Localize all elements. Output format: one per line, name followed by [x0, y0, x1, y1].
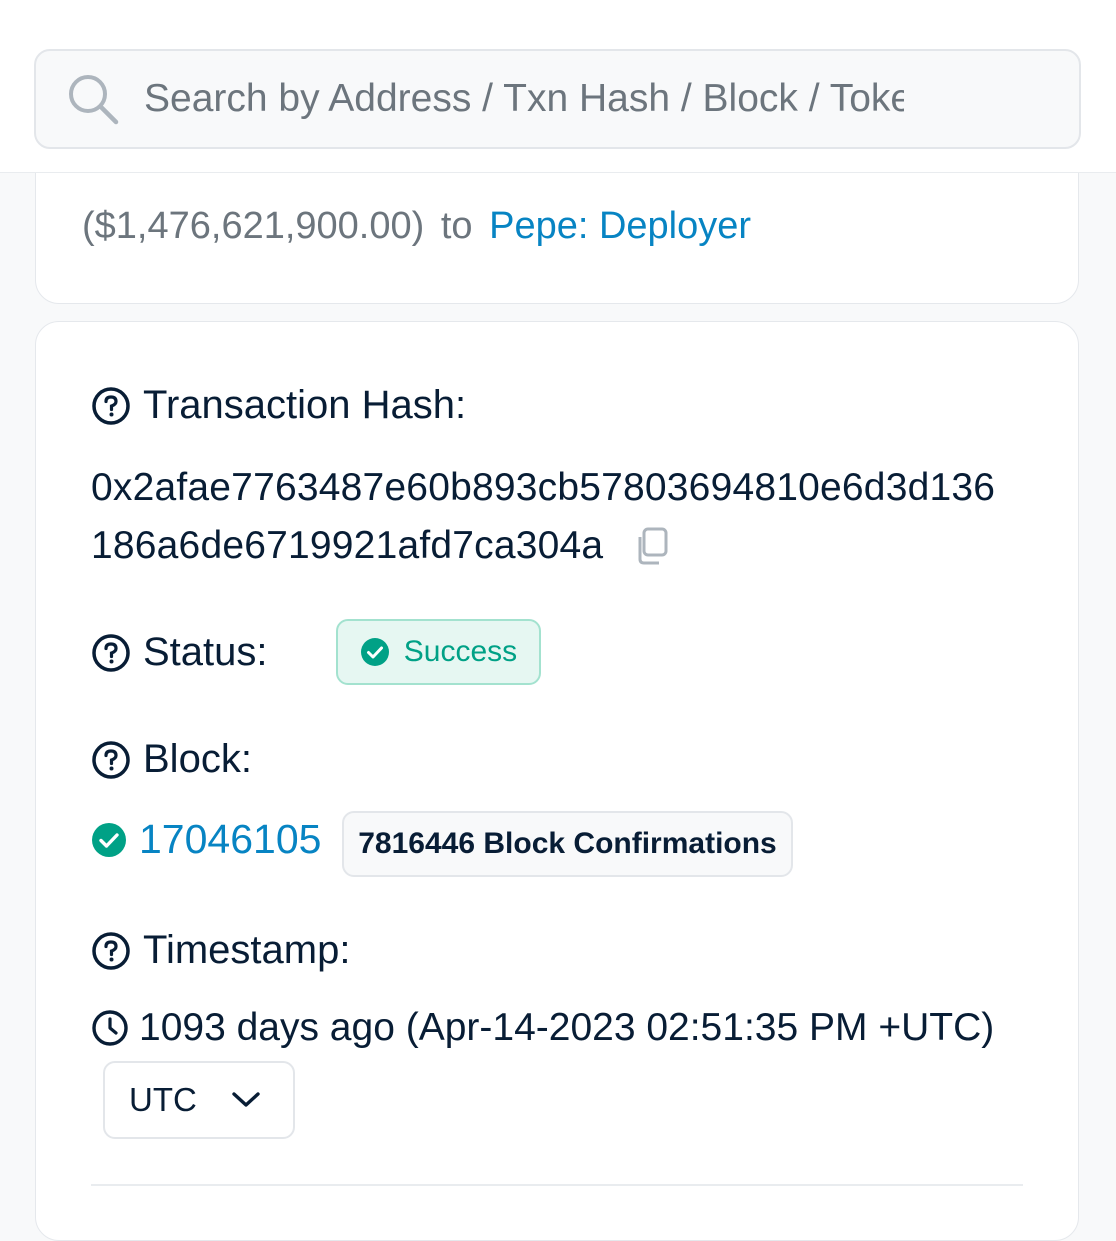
help-circle-icon — [92, 386, 130, 425]
check-circle-icon — [360, 638, 389, 666]
block-label: Block: — [91, 737, 252, 782]
status-label: Status: — [91, 630, 268, 675]
transaction-hash-label-text: Transaction Hash: — [143, 383, 467, 427]
help-circle-icon — [92, 633, 130, 672]
section-divider — [91, 1184, 1023, 1186]
status-value: Success — [403, 635, 518, 668]
block-row: 17046105 — [91, 816, 321, 863]
check-circle-icon — [92, 822, 126, 857]
transaction-hash-label: Transaction Hash: — [91, 383, 466, 428]
block-confirmations-badge: 7816446 Block Confirmations — [342, 811, 793, 877]
timestamp-value: 1093 days ago (Apr-14-2023 02:51:35 PM +… — [139, 1006, 995, 1049]
block-number-link[interactable]: 17046105 — [139, 816, 321, 863]
transfer-line: ($1,476,621,900.00) to Pepe: Deployer — [82, 205, 751, 248]
deployer-link[interactable]: Pepe: Deployer — [489, 205, 751, 247]
status-badge: Success — [336, 619, 541, 685]
search-input[interactable] — [144, 77, 904, 121]
block-label-text: Block: — [143, 737, 252, 781]
timezone-select[interactable]: UTC — [103, 1061, 295, 1139]
clock-icon — [92, 1010, 128, 1046]
timezone-value: UTC — [129, 1081, 197, 1118]
timestamp-label: Timestamp: — [91, 928, 350, 973]
help-circle-icon — [92, 740, 130, 779]
transaction-hash-line-1: 0x2afae7763487e60b893cb57803694810e6d3d1… — [91, 466, 996, 509]
transfer-amount-usd: ($1,476,621,900.00) — [82, 205, 425, 247]
transfer-to-word: to — [440, 205, 473, 247]
copy-icon[interactable] — [633, 526, 671, 566]
search-box[interactable] — [34, 49, 1081, 149]
timestamp-label-text: Timestamp: — [143, 928, 351, 972]
help-circle-icon — [92, 931, 130, 970]
status-label-text: Status: — [143, 630, 268, 674]
search-icon — [69, 75, 119, 125]
transaction-hash-line-2-text: 186a6de6719921afd7ca304a — [91, 524, 604, 567]
top-search-bar — [0, 0, 1116, 173]
timestamp-row: 1093 days ago (Apr-14-2023 02:51:35 PM +… — [91, 1006, 994, 1050]
chevron-down-icon — [232, 1092, 260, 1107]
transaction-hash-line-2: 186a6de6719921afd7ca304a — [91, 524, 671, 568]
